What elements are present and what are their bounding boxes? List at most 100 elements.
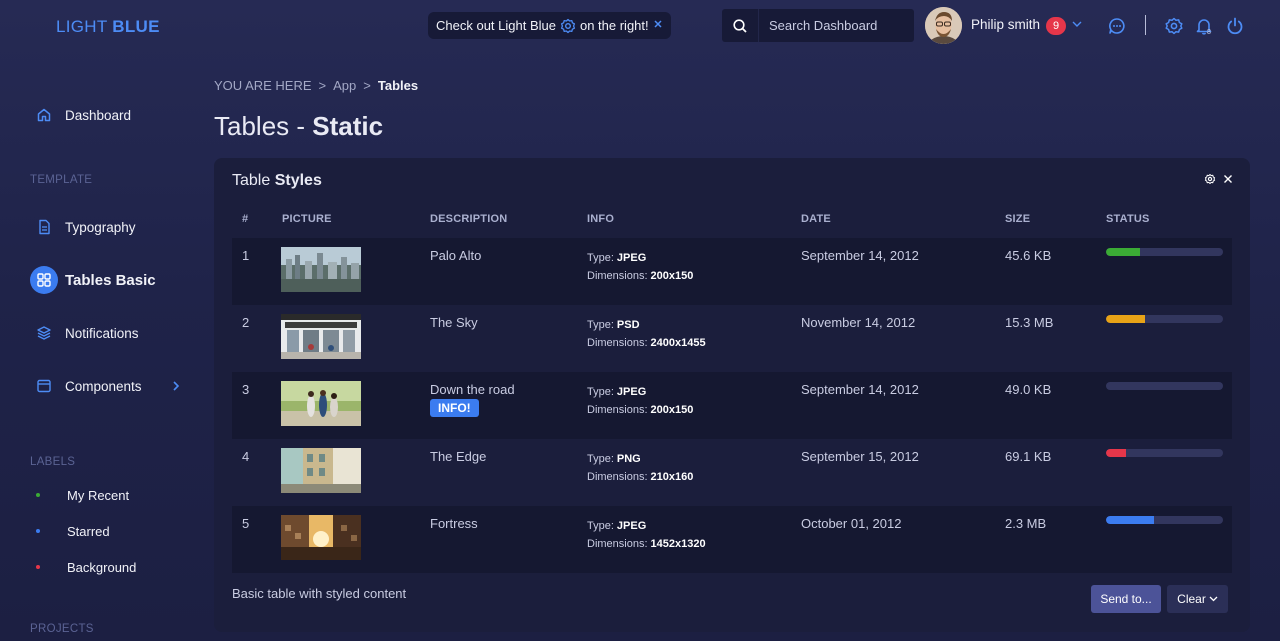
status-progress-bar: [1106, 382, 1223, 390]
row-size: 49.0 KB: [1005, 382, 1052, 397]
label-dot: [36, 529, 40, 533]
label-dot: [36, 565, 40, 569]
row-date: September 15, 2012: [801, 449, 919, 464]
sidebar-item-notifications[interactable]: Notifications: [30, 319, 139, 347]
type-value: PNG: [616, 453, 641, 465]
column-header: STATUS: [1106, 213, 1150, 225]
widget-settings-icon[interactable]: [1204, 173, 1216, 185]
home-icon: [30, 101, 58, 129]
chat-icon[interactable]: [1107, 16, 1127, 36]
sidebar-item-typography[interactable]: Typography: [30, 213, 136, 241]
promo-banner: Check out Light Blue on the right!: [428, 12, 671, 39]
power-icon[interactable]: [1225, 16, 1245, 36]
row-description: Down the road: [430, 382, 515, 397]
row-date: September 14, 2012: [801, 382, 919, 397]
type-label: Type:: [587, 386, 614, 398]
row-date: November 14, 2012: [801, 315, 916, 330]
row-date: September 14, 2012: [801, 248, 919, 263]
type-label: Type:: [587, 252, 614, 264]
type-value: JPEG: [616, 252, 647, 264]
avatar[interactable]: [925, 7, 962, 44]
type-label: Type:: [587, 520, 614, 532]
chevron-right-icon[interactable]: [172, 380, 180, 392]
label-item-text: My Recent: [67, 487, 130, 503]
row-info: Type: PSD Dimensions: 2400x1455: [587, 316, 706, 352]
sidebar-item-tables-basic[interactable]: Tables Basic: [30, 266, 156, 294]
column-header: INFO: [587, 213, 615, 225]
bell-count: 8: [1207, 29, 1211, 36]
status-progress-bar: [1106, 516, 1223, 524]
dimensions-label: Dimensions:: [587, 337, 648, 349]
sidebar-item-label: Typography: [65, 219, 136, 235]
row-number: 5: [242, 516, 250, 531]
type-label: Type:: [587, 319, 614, 331]
search-icon[interactable]: [722, 9, 759, 42]
type-value: JPEG: [616, 386, 647, 398]
row-size: 15.3 MB: [1005, 315, 1054, 330]
chevron-down-icon[interactable]: [1071, 20, 1083, 28]
row-number: 2: [242, 315, 250, 330]
search-input[interactable]: [759, 18, 909, 33]
logo-bold-text: BLUE: [112, 17, 160, 36]
grid-icon: [30, 266, 58, 294]
section-title-projects: PROJECTS: [30, 623, 94, 635]
promo-text-after: on the right!: [579, 18, 649, 33]
row-info: Type: PNG Dimensions: 210x160: [587, 450, 693, 486]
row-description: Fortress: [430, 516, 478, 531]
row-picture: [281, 515, 361, 560]
type-value: JPEG: [616, 520, 647, 532]
status-progress-bar: [1106, 248, 1223, 256]
widget-title-bold: Styles: [274, 172, 322, 189]
breadcrumb-separator: >: [363, 78, 371, 93]
user-notification-badge: 9: [1046, 17, 1066, 35]
breadcrumb-current: Tables: [377, 78, 419, 93]
app-logo[interactable]: LIGHT BLUE: [56, 17, 160, 37]
label-item-my-recent[interactable]: My Recent: [36, 485, 129, 505]
send-to-button[interactable]: Send to...: [1091, 585, 1161, 613]
status-progress-fill: [1106, 449, 1126, 457]
section-title-template: TEMPLATE: [30, 174, 93, 186]
widget-close-icon[interactable]: [1222, 173, 1234, 185]
column-header: DATE: [801, 213, 831, 225]
status-progress-fill: [1106, 516, 1154, 524]
column-header: #: [242, 213, 249, 225]
clear-button[interactable]: Clear: [1167, 585, 1228, 613]
breadcrumb-app[interactable]: App: [333, 78, 356, 93]
status-progress-bar: [1106, 315, 1223, 323]
settings-icon[interactable]: [1164, 16, 1184, 36]
close-icon[interactable]: [651, 17, 665, 31]
send-to-label: Send to...: [1100, 592, 1152, 606]
dimensions-value: 2400x1455: [650, 337, 706, 349]
status-progress-fill: [1106, 315, 1145, 323]
status-progress-fill: [1106, 248, 1140, 256]
clear-label: Clear: [1177, 592, 1206, 606]
search-box: [722, 9, 914, 42]
sidebar-item-label: Tables Basic: [65, 271, 156, 289]
user-name[interactable]: Philip smith: [971, 17, 1040, 32]
label-item-starred[interactable]: Starred: [36, 521, 110, 541]
label-item-background[interactable]: Background: [36, 557, 136, 577]
sidebar-item-label: Dashboard: [65, 107, 132, 123]
sidebar-item-label: Notifications: [65, 325, 139, 341]
layers-icon: [30, 319, 58, 347]
dimensions-value: 1452x1320: [650, 538, 706, 550]
page-title-light: Tables -: [214, 111, 313, 141]
status-progress-bar: [1106, 449, 1223, 457]
column-header: SIZE: [1005, 213, 1031, 225]
sidebar-item-components[interactable]: Components: [30, 372, 142, 400]
dimensions-value: 200x150: [650, 270, 694, 282]
bell-icon[interactable]: [1194, 16, 1214, 36]
row-date: October 01, 2012: [801, 516, 902, 531]
dimensions-label: Dimensions:: [587, 404, 648, 416]
row-size: 45.6 KB: [1005, 248, 1052, 263]
sidebar-item-dashboard[interactable]: Dashboard: [30, 101, 131, 129]
row-picture: [281, 381, 361, 426]
widget-title: Table Styles: [232, 172, 322, 190]
row-number: 1: [242, 248, 250, 263]
label-dot: [36, 493, 40, 497]
type-value: PSD: [616, 319, 640, 331]
row-description: The Sky: [430, 315, 478, 330]
dimensions-label: Dimensions:: [587, 270, 648, 282]
row-size: 2.3 MB: [1005, 516, 1047, 531]
row-number: 4: [242, 449, 250, 464]
